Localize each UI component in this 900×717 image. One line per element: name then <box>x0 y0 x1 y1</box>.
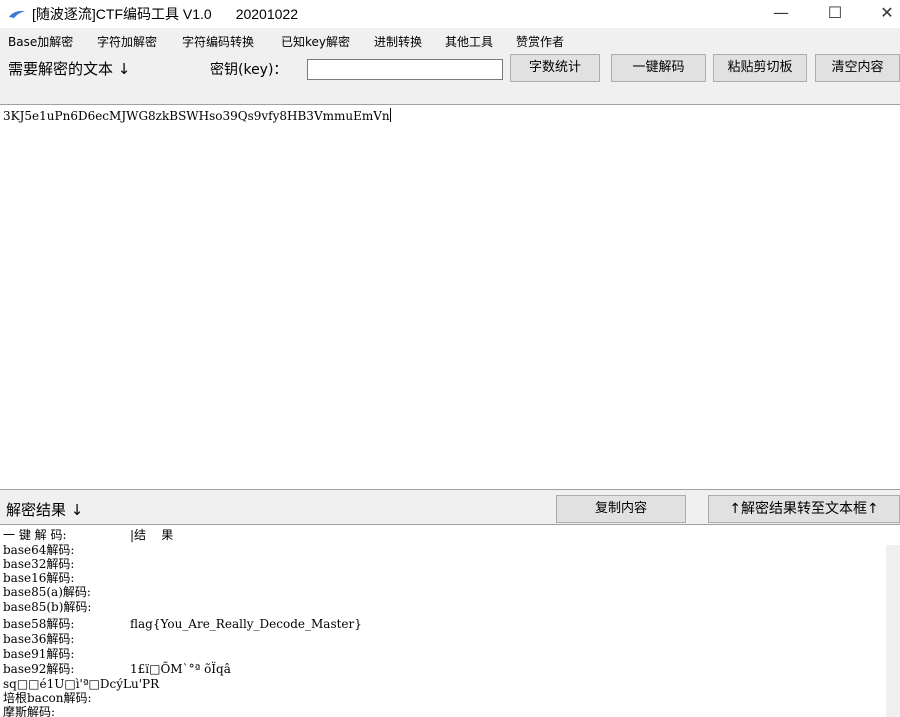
output-row: base16解码: <box>3 571 130 586</box>
menu-other-tools[interactable]: 其他工具 <box>445 33 493 50</box>
maximize-icon: ☐ <box>827 3 843 22</box>
title-bar: [随波逐流]CTF编码工具 V1.0 20201022 — ☐ ✕ <box>0 0 900 28</box>
char-count-button[interactable]: 字数统计 <box>510 54 600 82</box>
output-row: base85(a)解码: <box>3 585 130 600</box>
output-row-label: base85(a)解码: <box>3 585 91 599</box>
menu-base[interactable]: Base加解密 <box>8 33 73 50</box>
output-header: 一 键 解 码: |结 果 <box>3 528 173 543</box>
key-input[interactable] <box>307 59 503 80</box>
minimize-button[interactable]: — <box>758 0 804 28</box>
output-row: base64解码: <box>3 543 130 558</box>
output-scrollbar[interactable] <box>886 545 900 717</box>
copy-content-button[interactable]: 复制内容 <box>556 495 686 523</box>
output-textarea[interactable]: 一 键 解 码: |结 果 base64解码: base32解码: base16解… <box>0 524 900 717</box>
one-click-decode-button[interactable]: 一键解码 <box>611 54 706 82</box>
output-row-value: flag{You_Are_Really_Decode_Master} <box>130 617 362 631</box>
close-button[interactable]: ✕ <box>864 0 900 28</box>
menu-key-decrypt[interactable]: 已知key解密 <box>281 33 350 50</box>
output-row-label: base91解码: <box>3 647 75 661</box>
input-textarea[interactable]: 3KJ5e1uPn6D6ecMJWG8zkBSWHso39Qs9vfy8HB3V… <box>0 104 900 490</box>
app-icon <box>9 10 25 18</box>
output-row: base36解码: <box>3 632 130 647</box>
output-row-label: base16解码: <box>3 571 75 585</box>
output-row: base32解码: <box>3 557 130 572</box>
output-row-value: 1£ï□ÕM`°ª õÏqâ <box>130 662 231 676</box>
window-title: [随波逐流]CTF编码工具 V1.0 20201022 <box>32 4 298 24</box>
output-row-label: 培根bacon解码: <box>3 691 92 705</box>
input-text-line: 3KJ5e1uPn6D6ecMJWG8zkBSWHso39Qs9vfy8HB3V… <box>3 108 391 123</box>
window-title-text: [随波逐流]CTF编码工具 V1.0 <box>32 6 212 22</box>
menu-bar: Base加解密 字符加解密 字符编码转换 已知key解密 进制转换 其他工具 赞… <box>0 30 900 52</box>
menu-donate[interactable]: 赞赏作者 <box>516 33 564 50</box>
output-row: 培根bacon解码: <box>3 691 130 706</box>
output-row: base92解码: 1£ï□ÕM`°ª õÏqâ <box>3 662 231 677</box>
output-row: sq□□é1U□ì'ª□DcýLu'PR <box>3 677 159 692</box>
output-row-label: base92解码: <box>3 662 75 676</box>
transfer-to-input-button[interactable]: ↑解密结果转至文本框↑ <box>708 495 900 523</box>
key-label: 密钥(key)： <box>210 62 288 78</box>
output-row: base58解码: flag{You_Are_Really_Decode_Mast… <box>3 617 362 632</box>
result-label: 解密结果 ↓ <box>6 501 84 519</box>
paste-clipboard-button[interactable]: 粘贴剪切板 <box>713 54 807 82</box>
menu-char-crypto[interactable]: 字符加解密 <box>97 33 157 50</box>
output-row-label: 摩斯解码: <box>3 705 56 717</box>
output-header-right: |结 果 <box>130 528 174 542</box>
toolbar: 需要解密的文本 ↓ 密钥(key)： 字数统计 一键解码 粘贴剪切板 清空内容 <box>0 52 900 82</box>
output-row: base91解码: <box>3 647 130 662</box>
close-icon: ✕ <box>880 3 894 22</box>
source-text-label: 需要解密的文本 ↓ <box>8 60 131 78</box>
result-bar: 解密结果 ↓ 复制内容 ↑解密结果转至文本框↑ <box>0 492 900 524</box>
output-row-label: base58解码: <box>3 617 75 631</box>
minimize-icon: — <box>773 3 789 22</box>
menu-char-encoding[interactable]: 字符编码转换 <box>182 33 254 50</box>
output-row-label: base32解码: <box>3 557 75 571</box>
output-row: base85(b)解码: <box>3 600 130 615</box>
menu-radix-convert[interactable]: 进制转换 <box>374 33 422 50</box>
output-row-label: sq□□é1U□ì'ª□DcýLu'PR <box>3 677 160 691</box>
output-row: 摩斯解码: <box>3 705 130 717</box>
text-caret <box>389 108 391 122</box>
clear-content-button[interactable]: 清空内容 <box>815 54 900 82</box>
output-row-label: base64解码: <box>3 543 75 557</box>
output-header-left: 一 键 解 码: <box>3 528 67 542</box>
input-text-value: 3KJ5e1uPn6D6ecMJWG8zkBSWHso39Qs9vfy8HB3V… <box>3 109 390 123</box>
output-row-label: base85(b)解码: <box>3 600 92 614</box>
output-row-label: base36解码: <box>3 632 75 646</box>
maximize-button[interactable]: ☐ <box>812 0 858 28</box>
window-version-date: 20201022 <box>235 6 298 22</box>
